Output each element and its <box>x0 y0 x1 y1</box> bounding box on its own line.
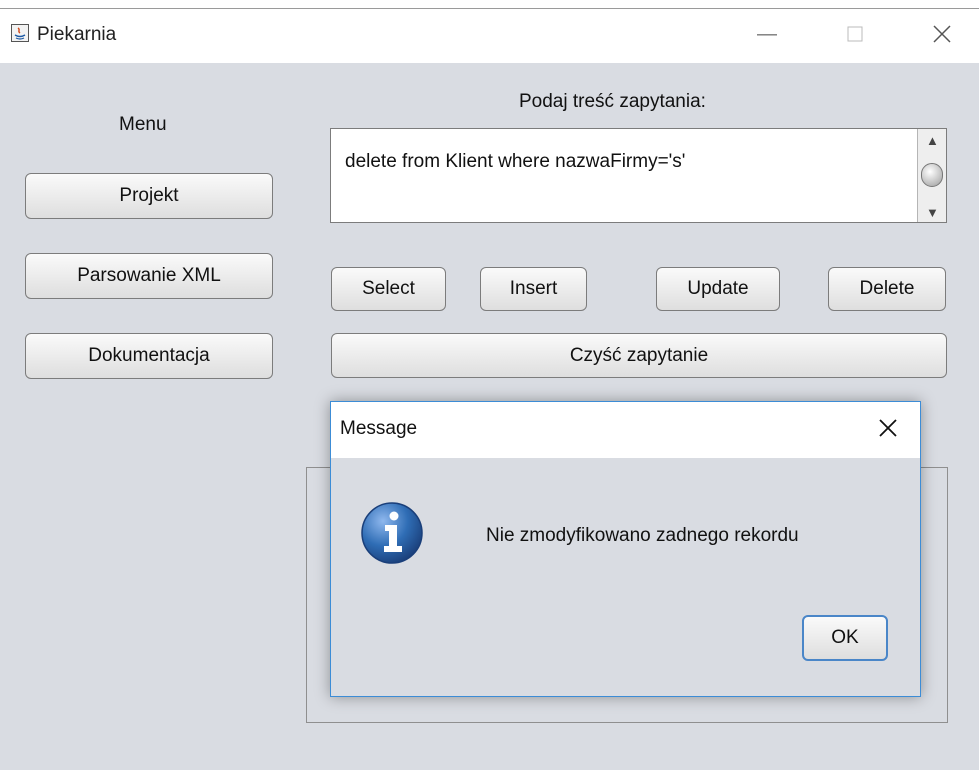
scroll-thumb[interactable] <box>921 163 943 187</box>
clear-query-button[interactable]: Czyść zapytanie <box>331 333 947 378</box>
information-icon <box>360 501 424 565</box>
title-bar[interactable]: Piekarnia — <box>0 9 979 63</box>
dokumentacja-button[interactable]: Dokumentacja <box>25 333 273 379</box>
projekt-button[interactable]: Projekt <box>25 173 273 219</box>
scroll-up-icon[interactable]: ▲ <box>926 133 939 148</box>
update-button[interactable]: Update <box>656 267 780 311</box>
query-textarea[interactable]: delete from Klient where nazwaFirmy='s' … <box>330 128 947 223</box>
java-app-icon <box>11 24 29 42</box>
ok-button[interactable]: OK <box>802 615 888 661</box>
minimize-icon[interactable]: — <box>752 21 782 47</box>
window-title: Piekarnia <box>37 24 117 45</box>
delete-button[interactable]: Delete <box>828 267 946 311</box>
scroll-down-icon[interactable]: ▼ <box>926 205 939 220</box>
close-icon[interactable] <box>927 21 957 47</box>
main-window: Piekarnia — Menu Projekt Parsowanie XML … <box>0 8 979 770</box>
maximize-icon[interactable] <box>840 21 870 47</box>
query-prompt-label: Podaj treść zapytania: <box>519 91 706 112</box>
dialog-title-bar[interactable]: Message <box>331 402 920 458</box>
parsowanie-xml-button[interactable]: Parsowanie XML <box>25 253 273 299</box>
query-text[interactable]: delete from Klient where nazwaFirmy='s' <box>345 151 685 173</box>
dialog-title: Message <box>340 418 418 439</box>
insert-button[interactable]: Insert <box>480 267 587 311</box>
select-button[interactable]: Select <box>331 267 446 311</box>
dialog-close-icon[interactable] <box>871 412 905 444</box>
query-scrollbar[interactable]: ▲ ▼ <box>917 129 946 222</box>
dialog-message: Nie zmodyfikowano zadnego rekordu <box>486 525 799 546</box>
message-dialog: Message Nie zmodyfikowano zadnego rekord… <box>330 401 921 697</box>
menu-heading: Menu <box>119 114 167 135</box>
